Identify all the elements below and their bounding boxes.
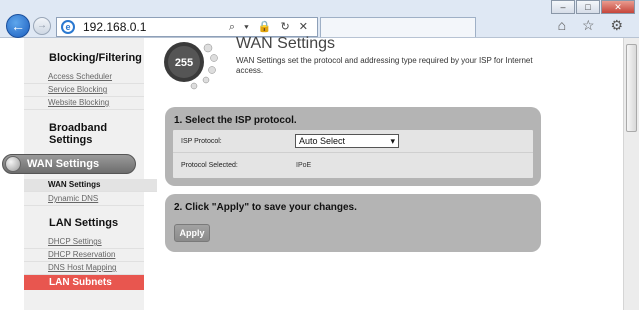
sidebar: Blocking/Filtering Access Scheduler Serv… [24,38,157,310]
protocol-selected-value: IPoE [296,162,312,169]
sidebar-item-dhcp-settings[interactable]: DHCP Settings [24,236,144,249]
close-button[interactable]: ✕ [601,0,635,14]
sidebar-item-service-blocking[interactable]: Service Blocking [24,84,144,97]
isp-protocol-row: ISP Protocol: Auto Select ▾ [173,130,533,153]
page-description: WAN Settings set the protocol and addres… [236,56,533,75]
window-controls: – □ ✕ [550,0,635,14]
sidebar-heading-wan-label: WAN Settings [27,158,100,170]
scrollbar-thumb[interactable] [626,44,637,132]
protocol-selected-label: Protocol Selected: [181,162,238,169]
protocol-selected-row: Protocol Selected: IPoE [173,154,533,177]
back-button[interactable]: ← [6,14,30,38]
logo-text: 255 [175,57,193,69]
router-logo-icon: 255 [164,42,218,90]
sidebar-heading-broadband[interactable]: Broadband Settings [24,122,124,146]
sidebar-item-access-scheduler[interactable]: Access Scheduler [24,71,144,84]
apply-panel: 2. Click "Apply" to save your changes. A… [165,194,541,252]
forward-button[interactable]: → [33,17,51,35]
status-ball-icon [5,156,21,172]
url-text: 192.168.0.1 [83,20,147,34]
isp-protocol-select[interactable]: Auto Select ▾ [295,134,399,148]
page-title: WAN Settings [236,35,335,52]
toolbar-icons[interactable]: ⌂ ☆ ⚙ [558,17,629,34]
address-bar[interactable]: e 192.168.0.1 ⌕ ▾ 🔒 ↻ ✕ [56,17,318,37]
apply-button[interactable]: Apply [174,224,210,242]
maximize-button[interactable]: □ [576,0,600,14]
isp-protocol-panel: 1. Select the ISP protocol. ISP Protocol… [165,107,541,186]
isp-protocol-value: Auto Select [299,136,346,146]
chevron-down-icon: ▾ [390,136,395,146]
sidebar-heading-blocking[interactable]: Blocking/Filtering [24,52,144,64]
scrollbar[interactable] [623,38,639,310]
sidebar-item-dynamic-dns[interactable]: Dynamic DNS [24,193,144,206]
browser-tab[interactable] [320,17,476,37]
sidebar-item-wan-settings[interactable]: WAN Settings [24,179,157,192]
sidebar-item-website-blocking[interactable]: Website Blocking [24,97,144,110]
sidebar-item-dhcp-reservation[interactable]: DHCP Reservation [24,249,144,262]
sidebar-item-dns-host-mapping[interactable]: DNS Host Mapping [24,262,144,275]
ie-icon: e [61,20,75,34]
sidebar-heading-lan[interactable]: LAN Settings [24,217,144,229]
section1-title: 1. Select the ISP protocol. [174,115,297,126]
minimize-button[interactable]: – [551,0,575,14]
address-action-icons[interactable]: ⌕ ▾ 🔒 ↻ ✕ [229,20,311,34]
isp-protocol-form: ISP Protocol: Auto Select ▾ Protocol Sel… [173,130,533,178]
sidebar-item-lan-subnets[interactable]: LAN Subnets [24,275,144,290]
page-content: Blocking/Filtering Access Scheduler Serv… [0,35,639,310]
isp-protocol-label: ISP Protocol: [181,138,222,145]
sidebar-heading-wan-active[interactable]: WAN Settings [2,154,136,174]
browser-chrome: – □ ✕ ← → e 192.168.0.1 ⌕ ▾ 🔒 ↻ ✕ ⌂ ☆ ⚙ [0,0,639,38]
section2-title: 2. Click "Apply" to save your changes. [174,202,357,213]
